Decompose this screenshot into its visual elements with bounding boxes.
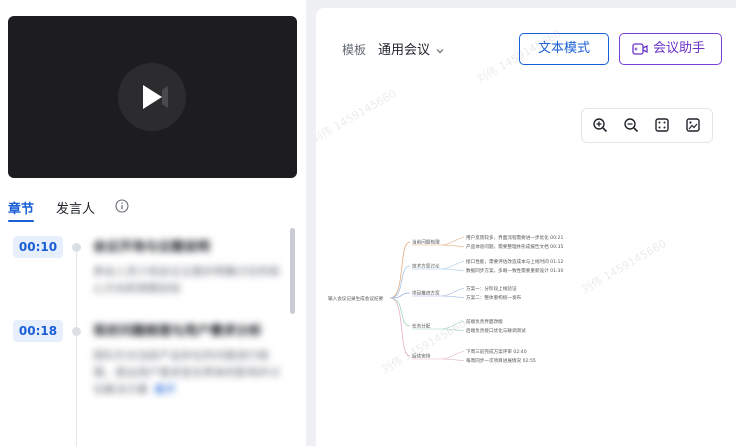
left-panel: 章节 发言人 00:10 会议开场与议题说明 参会人员介绍会议主题并明确讨论的核… [0,0,306,446]
mindmap-child-node[interactable]: 产品体验问题，需要整理并形成报告文档 00:35 [466,243,563,250]
mindmap-branch-node[interactable]: 当前问题梳理 [412,239,440,246]
mindmap-child-line [441,351,465,360]
mindmap-branch-node[interactable]: 后续安排 [412,353,431,360]
timeline-dot [72,327,81,336]
mindmap-child-node[interactable]: 后端负责接口优化与联调测试 [466,327,526,334]
timeline-dot [72,243,81,252]
tab-speakers[interactable]: 发言人 [56,198,95,217]
scrollbar-thumb[interactable] [290,228,295,314]
mindmap-root-node[interactable]: 输入会议记录生成会议纪要 [328,295,384,302]
chapter-list: 00:10 会议开场与议题说明 参会人员介绍会议主题并明确讨论的核心方向和预期目… [0,228,306,446]
video-player[interactable] [8,16,297,178]
mindmap-child-line [441,244,465,247]
mindmap-child-line [441,261,465,270]
chapter-title: 现状问题梳理与用户需求分析 [93,324,263,339]
mindmap-child-node[interactable]: 接口性能，需要评估改造成本与上线时间 01:12 [466,258,563,265]
mindmap-child-node[interactable]: 数据同步方案，多端一致性需要重新设计 01:30 [466,267,563,274]
chapter-content: 会议开场与议题说明 参会人员介绍会议主题并明确讨论的核心方向和预期目标 [93,238,281,297]
mindmap-child-line [441,321,465,330]
mindmap-child-node[interactable]: 下周三前完成方案评审 02:40 [466,348,527,355]
play-icon [143,85,168,109]
mindmap-child-node[interactable]: 方案二：整体重构统一发布 [466,294,522,301]
mindmap-branch-line [389,297,411,327]
chapter-timestamp[interactable]: 00:10 [13,236,63,258]
mindmap-child-line [441,328,465,331]
tab-chapters-label: 章节 [8,202,35,217]
mindmap-child-node[interactable]: 前端负责界面改版 [466,318,503,325]
mindmap-child-node[interactable]: 每周同步一次项目进展情况 02:55 [466,357,536,364]
mindmap-branch-node[interactable]: 任务分配 [412,323,431,330]
chapter-summary: 参会人员介绍会议主题并明确讨论的核心方向和预期目标 [93,265,280,295]
mindmap-child-line [441,295,465,298]
mindmap-child-line [441,358,465,361]
tab-speakers-label: 发言人 [56,202,96,217]
info-icon[interactable] [115,199,129,213]
right-panel: 模板 通用会议 文本模式 会议助手 输入会议记录生成会议纪要 当前问题梳理 用户… [316,8,736,446]
chapter-summary-text: 团队针对当前产品存在的问题进行梳理，提出用户需求变化带来的影响并讨论解决方案 [93,349,280,396]
mindmap-child-node[interactable]: 方案一：分阶段上线验证 [466,285,517,292]
mindmap[interactable]: 输入会议记录生成会议纪要 当前问题梳理 用户反馈较多，界面流程需要进一步优化 00:… [316,8,736,446]
chapter-item[interactable]: 00:18 现状问题梳理与用户需求分析 团队针对当前产品存在的问题进行梳理，提出… [0,320,300,430]
chapter-content: 现状问题梳理与用户需求分析 团队针对当前产品存在的问题进行梳理，提出用户需求变化… [93,322,281,398]
chapter-timestamp[interactable]: 00:18 [13,320,63,342]
tab-chapters[interactable]: 章节 [8,198,35,222]
mindmap-child-node[interactable]: 用户反馈较多，界面流程需要进一步优化 00:21 [466,234,563,241]
mindmap-child-line [441,237,465,246]
mindmap-child-line [441,288,465,297]
mindmap-child-line [441,268,465,271]
chapter-summary: 团队针对当前产品存在的问题进行梳理，提出用户需求变化带来的影响并讨论解决方案 展开 [93,347,281,398]
chapter-title: 会议开场与议题说明 [93,240,211,255]
expand-link[interactable]: 展开 [154,381,176,398]
chapter-item[interactable]: 00:10 会议开场与议题说明 参会人员介绍会议主题并明确讨论的核心方向和预期目… [0,236,300,316]
play-button[interactable] [118,63,186,131]
mindmap-branch-node[interactable]: 项目推进方案 [412,290,440,297]
mindmap-branch-node[interactable]: 技术方案讨论 [412,263,440,270]
